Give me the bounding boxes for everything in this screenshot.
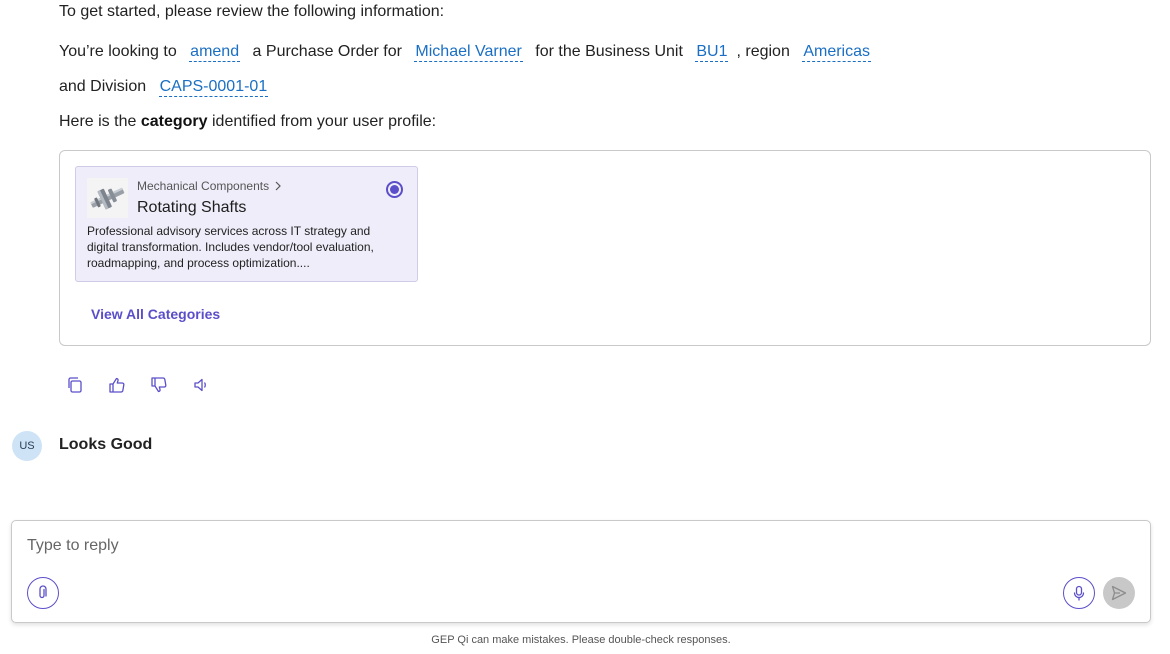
division-line: and Division CAPS-0001-01: [59, 78, 276, 97]
action-link[interactable]: amend: [189, 43, 241, 62]
summary-text: Here is the: [59, 113, 137, 130]
summary-line: You’re looking to amend a Purchase Order…: [59, 43, 879, 62]
microphone-icon: [1073, 585, 1085, 601]
category-radio-selected[interactable]: [386, 181, 403, 198]
reply-input[interactable]: [27, 535, 1027, 557]
business-unit-link[interactable]: BU1: [695, 43, 729, 62]
thumbs-up-icon[interactable]: [108, 376, 126, 394]
copy-icon[interactable]: [66, 376, 84, 394]
summary-text: a Purchase Order for: [252, 43, 402, 60]
summary-text: for the Business Unit: [535, 43, 683, 60]
attach-button[interactable]: [27, 577, 59, 609]
user-message: Looks Good: [59, 436, 153, 453]
view-all-categories-link[interactable]: View All Categories: [91, 306, 220, 322]
summary-text: You’re looking to: [59, 43, 177, 60]
requester-link[interactable]: Michael Varner: [414, 43, 523, 62]
summary-text: and Division: [59, 78, 147, 95]
category-intro: Here is the category identified from you…: [59, 113, 436, 131]
category-title: Rotating Shafts: [137, 199, 247, 216]
category-breadcrumb: Mechanical Components: [137, 179, 282, 193]
shaft-thumbnail: [87, 178, 128, 218]
summary-text: identified from your user profile:: [211, 113, 437, 130]
chevron-right-icon: [275, 181, 282, 191]
category-keyword: category: [140, 113, 208, 130]
voice-input-button[interactable]: [1063, 577, 1095, 609]
thumbs-down-icon[interactable]: [150, 376, 168, 394]
category-panel: Mechanical Components Rotating Shafts Pr…: [59, 150, 1151, 346]
send-button[interactable]: [1103, 577, 1135, 609]
category-card[interactable]: Mechanical Components Rotating Shafts Pr…: [75, 166, 418, 282]
division-link[interactable]: CAPS-0001-01: [158, 78, 269, 97]
rotating-shaft-image: [87, 178, 128, 218]
speaker-icon[interactable]: [192, 376, 210, 394]
reply-composer: [11, 520, 1151, 623]
breadcrumb-label: Mechanical Components: [137, 179, 270, 193]
send-icon: [1111, 585, 1127, 601]
intro-line: To get started, please review the follow…: [59, 3, 445, 20]
disclaimer-text: GEP Qi can make mistakes. Please double-…: [431, 634, 731, 646]
paperclip-icon: [39, 585, 47, 599]
category-description: Professional advisory services across IT…: [87, 224, 374, 270]
summary-text: , region: [736, 43, 790, 60]
user-avatar: US: [12, 431, 42, 461]
region-link[interactable]: Americas: [802, 43, 871, 62]
